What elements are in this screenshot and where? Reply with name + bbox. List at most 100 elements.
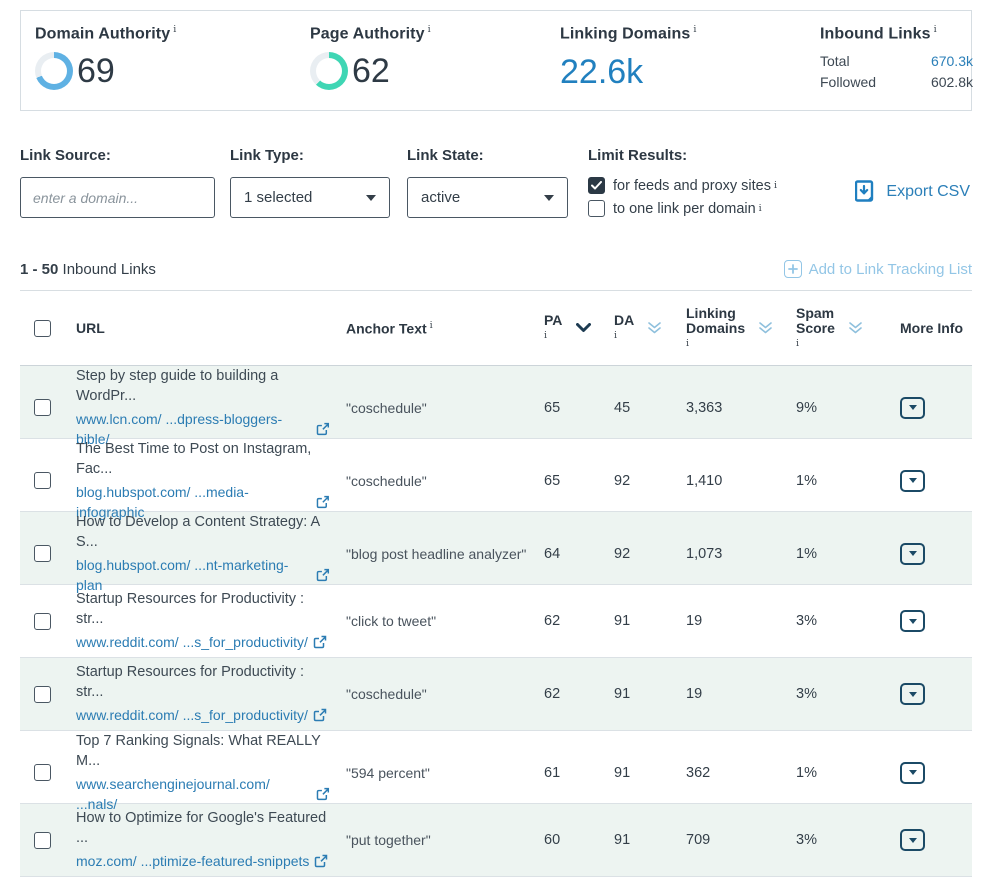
chevron-down-icon [909,770,917,775]
more-info-button[interactable] [900,610,925,632]
table-row: Startup Resources for Productivity : str… [20,585,972,658]
limit-option-domain[interactable]: to one link per domain i [588,200,838,217]
link-title: How to Optimize for Google's Featured ..… [76,808,330,848]
link-type-value: 1 selected [244,189,312,206]
link-title: Step by step guide to building a WordPr.… [76,366,330,406]
pa-value: 62 [544,613,614,629]
chevron-down-icon [909,405,917,410]
inbound-total-row: Total 670.3k [820,51,973,72]
row-checkbox[interactable] [34,545,51,562]
metric-inbound-links: Inbound Linksi Total 670.3k Followed 602… [820,24,973,110]
column-header-more-info: More Info [884,320,972,336]
info-icon[interactable]: i [173,24,176,35]
link-url-text[interactable]: www.reddit.com/ ...s_for_productivity/ [76,632,308,652]
page-authority-value: 62 [352,54,390,88]
info-icon[interactable]: i [544,328,562,343]
spam-score-value: 3% [796,832,884,848]
da-value: 92 [614,546,686,562]
linking-domains-value: 3,363 [686,400,796,416]
external-link-icon[interactable] [316,787,330,801]
column-header-spam-score[interactable]: SpamScorei [796,306,884,351]
results-bar: 1 - 50 Inbound Links Add to Link Trackin… [20,260,972,278]
column-header-pa[interactable]: PAi [544,313,614,343]
more-info-button[interactable] [900,829,925,851]
linking-domains-value: 19 [686,613,796,629]
linking-domains-value[interactable]: 22.6k [560,55,820,89]
external-link-icon[interactable] [316,568,330,582]
external-link-icon[interactable] [313,708,327,722]
link-title: The Best Time to Post on Instagram, Fac.… [76,439,330,479]
row-checkbox[interactable] [34,399,51,416]
info-icon[interactable]: i [614,328,634,343]
plus-icon [784,260,802,278]
checkbox-feeds[interactable] [588,177,605,194]
filter-link-type: Link Type: 1 selected [230,147,390,218]
row-checkbox[interactable] [34,613,51,630]
external-link-icon[interactable] [316,422,330,436]
link-source-input[interactable] [20,177,215,218]
table-row: Step by step guide to building a WordPr.… [20,366,972,439]
export-csv-button[interactable]: Export CSV [855,179,972,205]
more-info-button[interactable] [900,762,925,784]
info-icon[interactable]: i [759,203,762,214]
link-type-dropdown[interactable]: 1 selected [230,177,390,218]
link-url[interactable]: www.reddit.com/ ...s_for_productivity/ [76,632,327,652]
filter-link-state: Link State: active [407,147,568,218]
info-icon[interactable]: i [430,320,433,331]
linking-domains-value: 1,073 [686,546,796,562]
linking-domains-value: 19 [686,686,796,702]
checkbox-one-per-domain[interactable] [588,200,605,217]
select-all-checkbox[interactable] [34,320,51,337]
column-header-da[interactable]: DAi [614,313,686,343]
linking-domains-value: 1,410 [686,473,796,489]
link-url-text[interactable]: moz.com/ ...ptimize-featured-snippets [76,851,309,871]
inbound-total-value[interactable]: 670.3k [931,51,973,72]
info-icon[interactable]: i [796,336,835,351]
link-state-dropdown[interactable]: active [407,177,568,218]
table-header: URL Anchor Texti PAi DAi LinkingDomainsi… [20,291,972,366]
link-url-text[interactable]: www.reddit.com/ ...s_for_productivity/ [76,705,308,725]
more-info-button[interactable] [900,397,925,419]
results-label: Inbound Links [63,261,156,278]
info-icon[interactable]: i [686,336,745,351]
row-checkbox[interactable] [34,832,51,849]
sort-icon[interactable] [849,322,862,334]
sort-icon[interactable] [759,322,772,334]
more-info-button[interactable] [900,470,925,492]
more-info-button[interactable] [900,543,925,565]
column-header-anchor-text[interactable]: Anchor Texti [346,320,544,337]
info-icon[interactable]: i [934,24,937,35]
row-checkbox[interactable] [34,472,51,489]
info-icon[interactable]: i [693,24,696,35]
anchor-text: "coschedule" [346,473,544,489]
sort-icon[interactable] [648,322,661,334]
column-header-linking-domains[interactable]: LinkingDomainsi [686,306,796,351]
more-info-button[interactable] [900,683,925,705]
external-link-icon[interactable] [314,854,328,868]
inbound-followed-value: 602.8k [931,72,973,93]
link-state-label: Link State: [407,147,568,164]
info-icon[interactable]: i [774,180,777,191]
inbound-followed-row: Followed 602.8k [820,72,973,93]
domain-authority-donut [35,52,73,90]
row-checkbox[interactable] [34,764,51,781]
external-link-icon[interactable] [316,495,330,509]
link-url[interactable]: www.reddit.com/ ...s_for_productivity/ [76,705,327,725]
limit-option-feeds[interactable]: for feeds and proxy sites i [588,177,838,194]
sort-active-desc-icon[interactable] [576,323,591,333]
page-authority-donut [310,52,348,90]
chevron-down-icon [909,838,917,843]
column-header-url[interactable]: URL [76,320,346,336]
link-url[interactable]: moz.com/ ...ptimize-featured-snippets [76,851,328,871]
link-title: Top 7 Ranking Signals: What REALLY M... [76,731,330,771]
table-row: How to Optimize for Google's Featured ..… [20,804,972,877]
domain-authority-value: 69 [77,54,115,88]
row-checkbox[interactable] [34,686,51,703]
anchor-text: "coschedule" [346,686,544,702]
add-to-link-tracking-button[interactable]: Add to Link Tracking List [784,260,972,278]
pa-value: 60 [544,832,614,848]
external-link-icon[interactable] [313,635,327,649]
table-row: Startup Resources for Productivity : str… [20,658,972,731]
page-authority-label: Page Authorityi [310,24,560,43]
info-icon[interactable]: i [428,24,431,35]
